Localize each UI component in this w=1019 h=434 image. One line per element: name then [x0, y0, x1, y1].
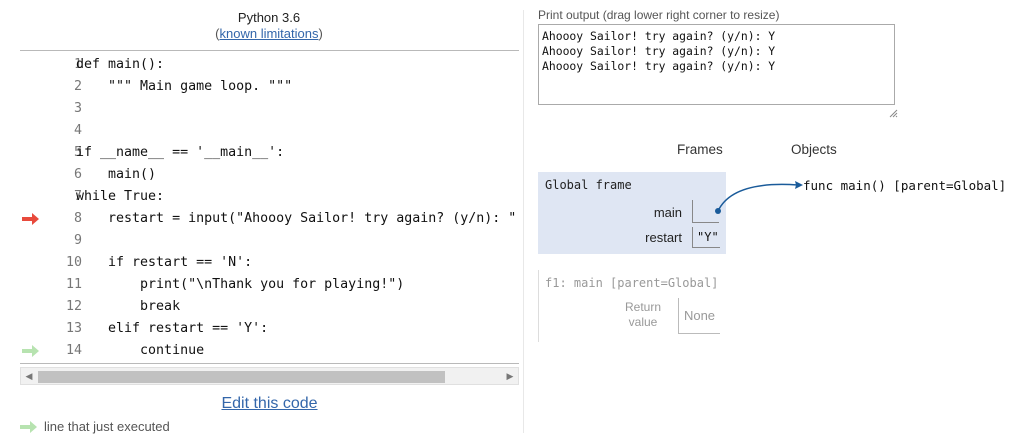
return-value-cell: None: [678, 298, 720, 334]
return-label-line1: Return: [624, 300, 662, 314]
code-line: 8 restart = input("Ahoooy Sailor! try ag…: [20, 208, 519, 230]
code-line: 6 main(): [20, 164, 519, 186]
resize-grip-icon[interactable]: [888, 108, 898, 118]
line-number: 4: [73, 123, 82, 138]
line-source: main(): [76, 167, 157, 182]
code-bottom-divider: [20, 363, 519, 364]
code-line: 13 elif restart == 'Y':: [20, 318, 519, 340]
return-value-label: Return value: [616, 300, 670, 330]
code-line: 10 if restart == 'N':: [20, 252, 519, 274]
line-number: 9: [73, 233, 82, 248]
var-value-restart: "Y": [692, 227, 720, 248]
line-source: break: [76, 299, 181, 314]
code-line: 1 def main():: [20, 54, 519, 76]
line-source: def main():: [76, 57, 165, 72]
frames-heading: Frames: [677, 142, 723, 157]
edit-code-link[interactable]: Edit this code: [20, 395, 519, 413]
code-listing: 1 def main(): 2 """ Main game loop. """ 3 4 5…: [20, 54, 519, 362]
legend: line that just executed: [20, 419, 170, 434]
function-object: func main() [parent=Global]: [803, 178, 1007, 193]
line-source: """ Main game loop. """: [76, 79, 293, 94]
var-name-restart: restart: [645, 230, 682, 245]
code-line: 5 if __name__ == '__main__':: [20, 142, 519, 164]
global-frame-title: Global frame: [545, 178, 632, 192]
code-line: 12 break: [20, 296, 519, 318]
known-limitations-link[interactable]: known limitations: [220, 26, 319, 41]
line-source: if restart == 'N':: [76, 255, 253, 270]
var-name-main: main: [653, 205, 682, 220]
current-line-arrow-icon: [22, 213, 39, 225]
code-line: 2 """ Main game loop. """: [20, 76, 519, 98]
code-line: 9: [20, 230, 519, 252]
stack-frame-border: [538, 270, 539, 342]
limitations-line: (known limitations): [20, 26, 518, 41]
previous-line-arrow-icon: [20, 420, 37, 433]
legend-text: line that just executed: [44, 419, 170, 434]
print-output-box[interactable]: Ahoooy Sailor! try again? (y/n): Y Ahooo…: [538, 24, 895, 105]
code-line: 11 print("\nThank you for playing!"): [20, 274, 519, 296]
line-source: while True:: [76, 189, 165, 204]
pointer-arrow-icon: [715, 181, 803, 214]
pane-divider: [523, 10, 524, 433]
code-line: 14 continue: [20, 340, 519, 362]
line-source: print("\nThank you for playing!"): [76, 277, 405, 292]
scroll-left-icon[interactable]: ◀: [21, 368, 37, 384]
code-top-divider: [20, 50, 519, 51]
code-line: 4: [20, 120, 519, 142]
language-label: Python 3.6: [237, 10, 301, 25]
scroll-right-icon[interactable]: ▶: [502, 368, 518, 384]
line-source: elif restart == 'Y':: [76, 321, 269, 336]
line-source: continue: [76, 343, 205, 358]
code-line: 3: [20, 98, 519, 120]
code-line: 7 while True:: [20, 186, 519, 208]
line-source: restart = input("Ahoooy Sailor! try agai…: [76, 211, 517, 226]
line-number: 3: [73, 101, 82, 116]
print-output-label: Print output (drag lower right corner to…: [538, 8, 780, 22]
line-source: if __name__ == '__main__':: [76, 145, 285, 160]
scrollbar-thumb[interactable]: [38, 371, 445, 383]
objects-heading: Objects: [791, 142, 837, 157]
previous-line-arrow-icon: [22, 345, 39, 357]
return-label-line2: value: [628, 315, 658, 329]
stack-frame-title: f1: main [parent=Global]: [545, 276, 719, 290]
paren-close-fallback: ): [318, 26, 323, 41]
